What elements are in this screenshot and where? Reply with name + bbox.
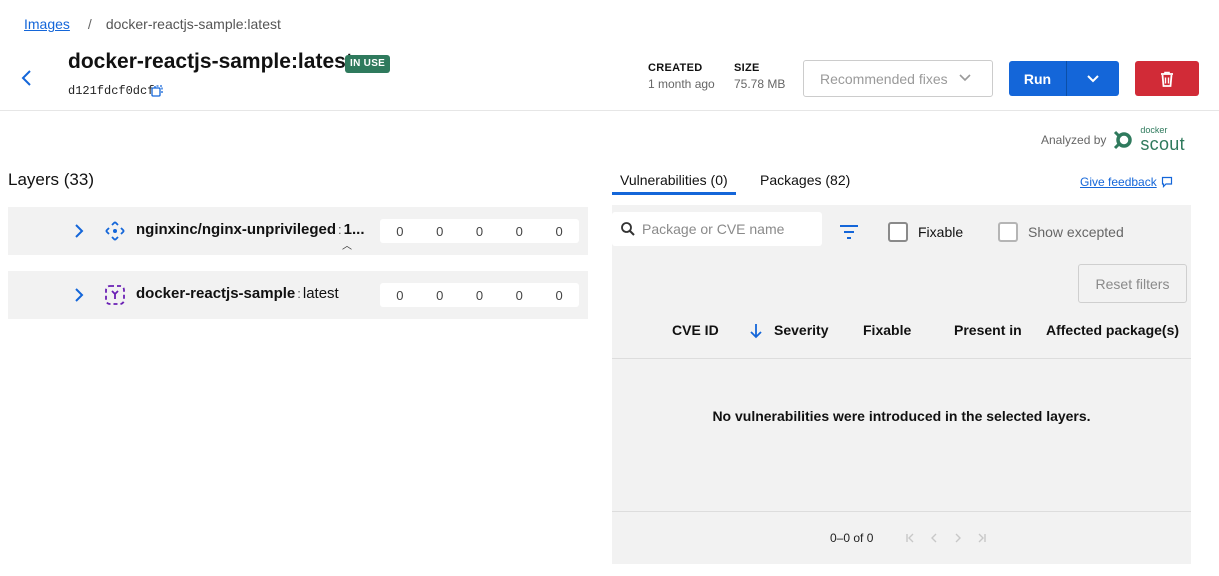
recommended-fixes-label: Recommended fixes bbox=[820, 70, 948, 87]
chevron-down-icon bbox=[959, 74, 971, 82]
layer-name: docker-reactjs-sample: latest bbox=[136, 285, 339, 302]
run-split-button: Run bbox=[1009, 61, 1119, 96]
chevron-right-icon[interactable] bbox=[72, 222, 86, 240]
critical-count: 0 bbox=[396, 223, 404, 239]
severity-counts: 0 0 0 0 0 bbox=[380, 219, 579, 243]
breadcrumb-images-link[interactable]: Images bbox=[24, 16, 70, 32]
feedback-icon bbox=[1161, 176, 1172, 188]
layer-image-name: docker-reactjs-sample bbox=[136, 285, 296, 302]
unspecified-count: 0 bbox=[555, 223, 563, 239]
in-use-badge: IN USE bbox=[345, 55, 391, 73]
medium-count: 0 bbox=[475, 223, 484, 239]
filter-icon[interactable] bbox=[838, 222, 860, 247]
image-digest: d121fdcf0dcf bbox=[68, 84, 155, 98]
layers-title: Layers (33) bbox=[8, 170, 94, 189]
reset-filters-button[interactable]: Reset filters bbox=[1078, 264, 1187, 303]
breadcrumb-separator: / bbox=[87, 16, 92, 32]
low-count: 0 bbox=[515, 287, 523, 303]
active-tab-indicator bbox=[612, 192, 736, 195]
tab-vulnerabilities[interactable]: Vulnerabilities (0) bbox=[620, 172, 728, 188]
search-input[interactable] bbox=[642, 221, 817, 237]
run-button[interactable]: Run bbox=[1009, 61, 1066, 96]
created-meta: CREATED 1 month ago bbox=[648, 62, 715, 91]
fixable-label: Fixable bbox=[918, 224, 964, 240]
caret-up-icon: ︿ bbox=[342, 241, 352, 252]
layer-tag-separator: : bbox=[297, 286, 301, 301]
analyzed-by-label: Analyzed by bbox=[1041, 132, 1107, 147]
medium-count: 0 bbox=[475, 287, 484, 303]
tab-packages[interactable]: Packages (82) bbox=[760, 172, 850, 188]
column-present-in[interactable]: Present in bbox=[954, 322, 1022, 338]
run-dropdown-button[interactable] bbox=[1067, 61, 1119, 96]
search-icon bbox=[621, 222, 635, 236]
give-feedback-label: Give feedback bbox=[1080, 175, 1157, 189]
trash-icon bbox=[1161, 71, 1173, 87]
layer-row[interactable]: nginxinc/nginx-unprivileged:1... ︿ 0 0 0… bbox=[8, 207, 588, 255]
table-header-divider bbox=[612, 358, 1191, 359]
layer-image-tag: 1... bbox=[343, 221, 365, 238]
image-icon bbox=[104, 284, 126, 306]
last-page-icon[interactable] bbox=[976, 531, 988, 545]
size-label: SIZE bbox=[734, 62, 760, 74]
analyzed-by: Analyzed by docker scout bbox=[1041, 126, 1185, 154]
column-cve-id[interactable]: CVE ID bbox=[672, 322, 719, 338]
header-divider bbox=[0, 110, 1219, 111]
empty-state-message: No vulnerabilities were introduced in th… bbox=[712, 408, 1091, 424]
layer-tag-separator: : bbox=[338, 222, 342, 237]
unspecified-count: 0 bbox=[555, 287, 563, 303]
pagination-range: 0–0 of 0 bbox=[830, 531, 874, 545]
layer-name: nginxinc/nginx-unprivileged:1... bbox=[136, 221, 365, 238]
base-image-icon bbox=[104, 220, 126, 242]
delete-button[interactable] bbox=[1135, 61, 1199, 96]
column-fixable[interactable]: Fixable bbox=[863, 322, 911, 338]
column-affected-packages[interactable]: Affected package(s) bbox=[1046, 322, 1179, 338]
layer-row[interactable]: docker-reactjs-sample: latest 0 0 0 0 0 bbox=[8, 271, 588, 319]
size-meta: SIZE 75.78 MB bbox=[734, 62, 785, 91]
first-page-icon[interactable] bbox=[904, 531, 916, 545]
layer-image-tag: latest bbox=[302, 285, 339, 302]
page-title: docker-reactjs-sample:latest bbox=[68, 50, 353, 73]
search-field bbox=[612, 212, 822, 246]
created-value: 1 month ago bbox=[648, 77, 715, 91]
sort-descending-icon[interactable] bbox=[748, 322, 764, 345]
high-count: 0 bbox=[436, 223, 444, 239]
low-count: 0 bbox=[515, 223, 523, 239]
back-chevron-icon[interactable] bbox=[18, 66, 38, 90]
high-count: 0 bbox=[436, 287, 444, 303]
size-value: 75.78 MB bbox=[734, 77, 786, 91]
severity-counts: 0 0 0 0 0 bbox=[380, 283, 579, 307]
show-excepted-checkbox[interactable] bbox=[998, 222, 1018, 242]
fixable-checkbox[interactable] bbox=[888, 222, 908, 242]
next-page-icon[interactable] bbox=[952, 531, 964, 545]
recommended-fixes-button[interactable]: Recommended fixes bbox=[803, 60, 993, 97]
copy-icon[interactable] bbox=[150, 84, 164, 98]
critical-count: 0 bbox=[396, 287, 404, 303]
docker-scout-logo-icon bbox=[1114, 130, 1133, 149]
layer-image-name: nginxinc/nginx-unprivileged bbox=[136, 221, 337, 238]
scout-wordmark: docker scout bbox=[1140, 126, 1185, 154]
chevron-down-icon bbox=[1087, 74, 1099, 82]
breadcrumb-current: docker-reactjs-sample:latest bbox=[105, 16, 281, 32]
created-label: CREATED bbox=[648, 62, 703, 74]
table-footer-divider bbox=[612, 511, 1191, 512]
column-severity[interactable]: Severity bbox=[774, 322, 828, 338]
scout-wordmark-main: scout bbox=[1140, 134, 1185, 154]
chevron-right-icon[interactable] bbox=[72, 286, 86, 304]
show-excepted-label: Show excepted bbox=[1028, 224, 1124, 240]
breadcrumb: Images / docker-reactjs-sample:latest bbox=[24, 16, 281, 32]
previous-page-icon[interactable] bbox=[928, 531, 940, 545]
give-feedback-link[interactable]: Give feedback bbox=[1080, 175, 1173, 189]
